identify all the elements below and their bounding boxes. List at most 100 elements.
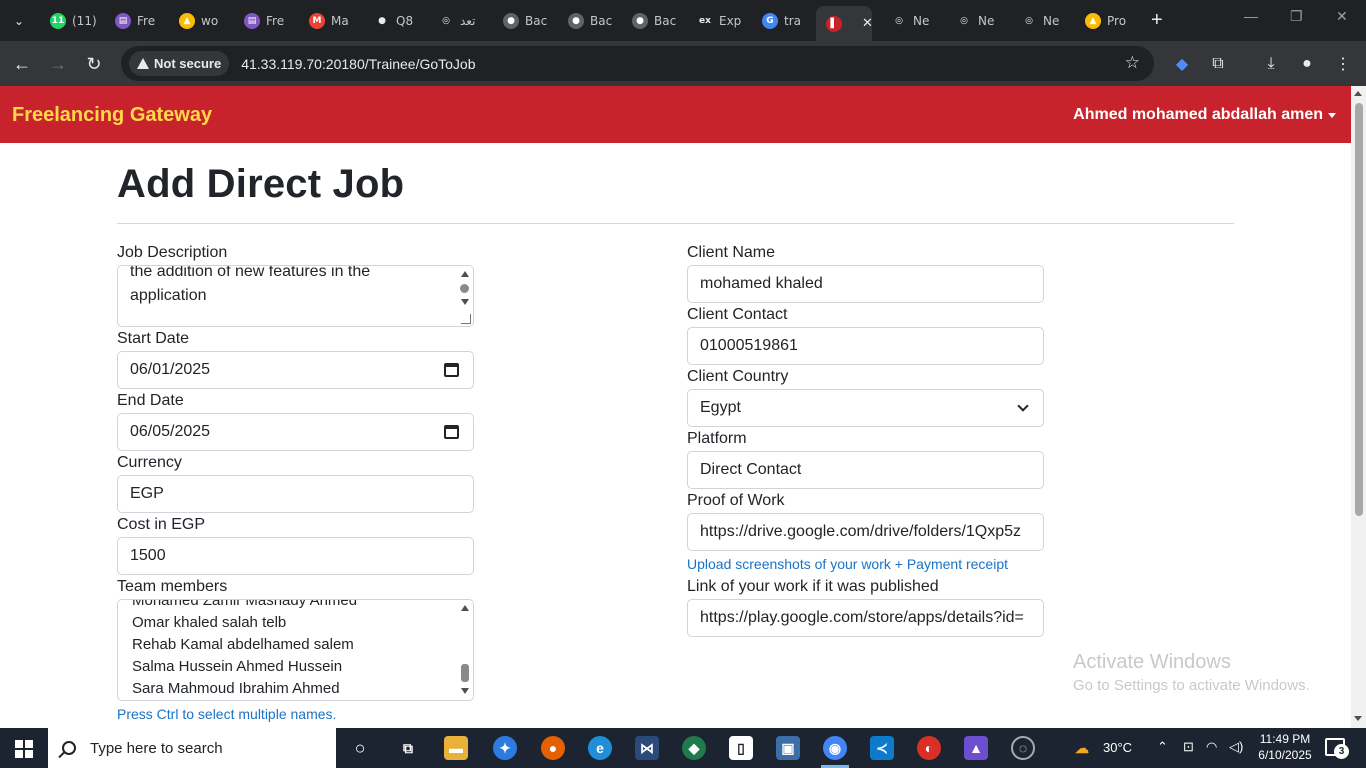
browser-tab[interactable]: ● Q8: [364, 6, 424, 35]
app-icon[interactable]: ✦: [493, 736, 517, 760]
clock-date: 6/10/2025: [1258, 748, 1312, 762]
edge-icon[interactable]: e: [588, 736, 612, 760]
security-chip[interactable]: Not secure: [129, 51, 230, 76]
job-description-textarea[interactable]: the addition of new features in the appl…: [117, 265, 474, 327]
browser-tab[interactable]: ● Bac: [558, 6, 618, 35]
cortana-icon[interactable]: ○: [348, 736, 372, 760]
scroll-up-arrow-icon[interactable]: [461, 271, 469, 277]
browser-tab[interactable]: ▲ Pro: [1075, 6, 1135, 35]
app-icon[interactable]: ◐: [917, 736, 941, 760]
wifi-icon[interactable]: ◠: [1206, 739, 1217, 755]
extensions-puzzle-icon[interactable]: ⧉: [1207, 53, 1229, 75]
app-icon[interactable]: ◆: [682, 736, 706, 760]
caret-down-icon[interactable]: [1328, 113, 1336, 118]
browser-tab[interactable]: ◎ Ne: [881, 6, 941, 35]
taskbar-search-box[interactable]: Type here to search: [48, 728, 336, 768]
user-menu-toggle[interactable]: Ahmed mohamed abdallah amen: [1073, 106, 1323, 124]
tab-favicon-icon: ex: [699, 15, 711, 26]
browser-tab[interactable]: ◎ تعد: [428, 6, 488, 35]
browser-tab[interactable]: ▌ ✕: [816, 6, 872, 41]
resize-handle-icon[interactable]: [461, 314, 471, 324]
browser-tab[interactable]: 11 (11): [40, 6, 100, 35]
browser-tab[interactable]: ● Bac: [493, 6, 553, 35]
minimize-icon[interactable]: —: [1244, 8, 1258, 24]
work-link-input[interactable]: https://play.google.com/store/apps/detai…: [687, 599, 1044, 637]
browser-tab[interactable]: ▤ Fre: [105, 6, 165, 35]
browser-menu-icon[interactable]: ⋮: [1332, 53, 1354, 75]
browser-tab[interactable]: ▤ Fre: [234, 6, 294, 35]
page-scroll-thumb[interactable]: [1355, 103, 1363, 516]
proof-of-work-value: https://drive.google.com/drive/folders/1…: [700, 523, 1022, 540]
page-scrollbar[interactable]: [1351, 86, 1366, 728]
calendar-icon[interactable]: [444, 363, 459, 377]
network-icon[interactable]: ⊡: [1183, 739, 1194, 755]
scroll-down-arrow-icon[interactable]: [1354, 716, 1362, 721]
cost-input[interactable]: 1500: [117, 537, 474, 575]
currency-input[interactable]: EGP: [117, 475, 474, 513]
calendar-icon[interactable]: [444, 425, 459, 439]
scroll-thumb[interactable]: [460, 284, 469, 293]
scroll-down-arrow-icon[interactable]: [461, 688, 469, 694]
scroll-up-arrow-icon[interactable]: [1354, 91, 1362, 96]
task-view-icon[interactable]: ⧉: [396, 736, 420, 760]
windows-taskbar: Type here to search ○ ⧉ ▬ ✦ ● e ⋈ ◆ ▯ ▣ …: [0, 728, 1366, 768]
client-contact-input[interactable]: 01000519861: [687, 327, 1044, 365]
new-tab-button[interactable]: +: [1151, 9, 1163, 31]
chrome-icon[interactable]: ◉: [823, 736, 847, 760]
reload-icon[interactable]: ↻: [81, 51, 107, 77]
chevron-up-icon[interactable]: ⌃: [1157, 739, 1168, 755]
brand-link[interactable]: Freelancing Gateway: [12, 104, 212, 127]
document-icon[interactable]: ▯: [729, 736, 753, 760]
team-member-option[interactable]: Salma Hussein Ahmed Hussein: [132, 656, 357, 678]
forward-icon[interactable]: →: [45, 51, 71, 77]
client-name-input[interactable]: mohamed khaled: [687, 265, 1044, 303]
start-date-value: 06/01/2025: [130, 361, 211, 378]
tab-title: Bac: [525, 13, 548, 28]
team-members-select[interactable]: Mohamed Zamir Mashady Ahmed Omar khaled s…: [117, 599, 474, 701]
taskbar-search-placeholder: Type here to search: [90, 739, 223, 757]
extension-shield-icon[interactable]: ◆: [1171, 53, 1193, 75]
platform-input[interactable]: Direct Contact: [687, 451, 1044, 489]
team-member-option[interactable]: Omar khaled salah telb: [132, 612, 357, 634]
browser-tab[interactable]: ▲ wo: [169, 6, 229, 35]
weather-temperature[interactable]: 30°C: [1103, 740, 1132, 755]
browser-tab[interactable]: M Ma: [299, 6, 359, 35]
team-member-option[interactable]: Sara Mahmoud Ibrahim Ahmed: [132, 678, 357, 700]
browser-tab[interactable]: ◎ Ne: [1011, 6, 1071, 35]
tab-close-icon[interactable]: ✕: [862, 16, 872, 31]
app-icon[interactable]: ▣: [776, 736, 800, 760]
browser-tab[interactable]: Gtra: [752, 6, 812, 35]
app-icon[interactable]: ▲: [964, 736, 988, 760]
weather-icon[interactable]: ☁: [1070, 736, 1094, 760]
browser-tab[interactable]: ● Bac: [622, 6, 682, 35]
app-icon[interactable]: ⋈: [635, 736, 659, 760]
scroll-up-arrow-icon[interactable]: [461, 605, 469, 611]
bookmark-star-icon[interactable]: ☆: [1125, 53, 1140, 73]
tab-search-chevron-icon[interactable]: ⌄: [6, 8, 32, 34]
browser-tab[interactable]: ex Exp: [687, 6, 747, 35]
file-explorer-icon[interactable]: ▬: [444, 736, 468, 760]
team-member-option[interactable]: Rehab Kamal abdelhamed salem: [132, 634, 357, 656]
scroll-down-arrow-icon[interactable]: [461, 299, 469, 305]
job-description-text: the addition of new features in the appl…: [130, 265, 371, 304]
scroll-thumb[interactable]: [461, 664, 469, 682]
client-country-select[interactable]: Egypt: [687, 389, 1044, 427]
start-date-input[interactable]: 06/01/2025: [117, 351, 474, 389]
taskbar-clock[interactable]: 11:49 PM 6/10/2025: [1255, 731, 1315, 763]
close-window-icon[interactable]: ✕: [1336, 8, 1348, 25]
volume-icon[interactable]: ◁): [1229, 739, 1243, 755]
app-icon[interactable]: ◌: [1011, 736, 1035, 760]
proof-of-work-input[interactable]: https://drive.google.com/drive/folders/1…: [687, 513, 1044, 551]
profile-avatar[interactable]: ●: [1296, 53, 1318, 75]
vscode-icon[interactable]: ≺: [870, 736, 894, 760]
end-date-input[interactable]: 06/05/2025: [117, 413, 474, 451]
browser-tab[interactable]: ◎ Ne: [946, 6, 1006, 35]
downloads-icon[interactable]: ⤓: [1260, 53, 1282, 75]
listbox-scrollbar[interactable]: [457, 600, 473, 700]
back-icon[interactable]: ←: [9, 51, 35, 77]
windows-start-icon[interactable]: [15, 740, 33, 758]
restore-icon[interactable]: ❐: [1290, 8, 1303, 25]
team-member-option[interactable]: Mohamed Zamir Mashady Ahmed: [132, 600, 357, 612]
firefox-icon[interactable]: ●: [541, 736, 565, 760]
address-bar[interactable]: Not secure 41.33.119.70:20180/Trainee/Go…: [121, 46, 1154, 81]
